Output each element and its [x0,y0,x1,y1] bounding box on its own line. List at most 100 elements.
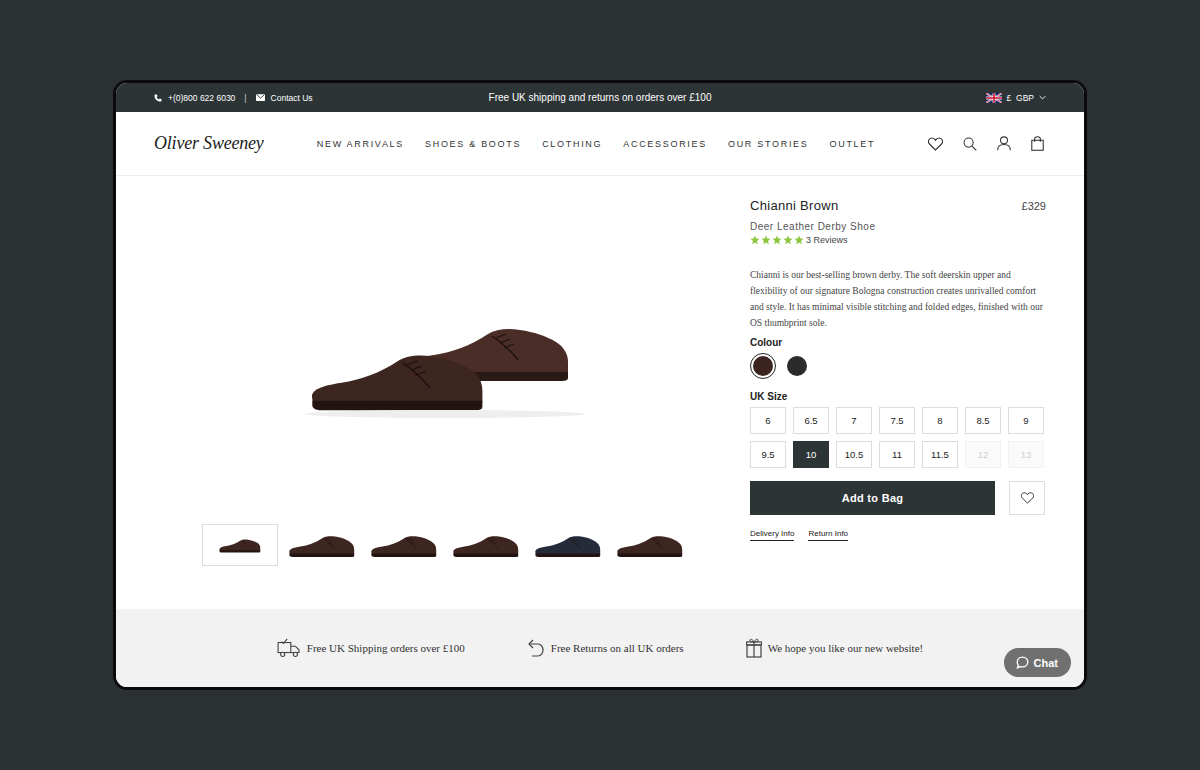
chat-label: Chat [1034,657,1058,669]
logo[interactable]: Oliver Sweeney [154,133,274,154]
size-state: 10 [806,449,817,460]
search-icon[interactable] [963,137,977,151]
size-state: 7 [851,415,856,426]
thumbnail[interactable] [448,524,524,566]
star-icon [761,235,771,245]
size-state: 10.5 [845,449,864,460]
size-option[interactable]: 6 [750,407,786,434]
thumbnail[interactable] [284,524,360,566]
benefit-text: Free UK Shipping orders over £100 [307,642,465,654]
contact-link[interactable]: Contact Us [271,93,313,103]
size-text: 11.5 [931,449,949,460]
star-rating [750,235,804,245]
size-state: 8.5 [976,415,989,426]
nav-item[interactable]: ACCESSORIES [623,139,707,149]
size-option[interactable]: 11.5 [922,441,958,468]
star-icon [783,235,793,245]
thumbnail[interactable] [612,524,688,566]
nav-item[interactable]: OUR STORIES [728,139,809,149]
size-text: 6.5 [804,415,817,426]
bag-icon[interactable] [1031,136,1044,151]
size-state: 9 [1023,415,1028,426]
size-text: 10.5 [845,449,864,460]
info-links: Delivery Info Return Info [750,529,1046,541]
nav-item[interactable]: SHOES & BOOTS [425,139,521,149]
shoe-thumbnail [451,531,521,559]
promo-banner: Free UK shipping and returns on orders o… [489,92,712,103]
benefit-text: We hope you like our new website! [768,642,924,654]
nav-item[interactable]: CLOTHING [542,139,602,149]
size-option[interactable]: 11 [879,441,915,468]
thumbnail[interactable] [530,524,606,566]
size-option[interactable]: 8.5 [965,407,1001,434]
currency-label: £ GBP [1007,93,1034,103]
reviews-row: 3 Reviews [750,235,1046,245]
main-product-image [160,198,730,522]
phone-number[interactable]: +(0)800 622 6030 [168,93,235,103]
size-text: 9.5 [761,449,774,460]
benefit-item: Free Returns on all UK orders [527,638,684,658]
truck-icon [277,638,301,658]
header-icons [928,136,1044,151]
info-link[interactable]: Delivery Info [750,529,794,541]
top-bar: +(0)800 622 6030 | Contact Us Free UK shipp… [116,83,1084,112]
benefit-item: We hope you like our new website! [746,638,924,658]
benefit-text: Free Returns on all UK orders [551,642,684,654]
info-link[interactable]: Return Info [808,529,848,541]
reviews-link[interactable]: 3 Reviews [806,235,848,245]
return-icon [527,638,545,658]
size-text: 13 [1021,449,1032,460]
phone-icon [154,94,162,102]
size-option[interactable]: 7.5 [879,407,915,434]
colour-swatch[interactable] [784,353,810,379]
colour-swatch[interactable] [750,353,776,379]
nav-item[interactable]: NEW ARRIVALS [317,139,404,149]
product-subtitle: Deer Leather Derby Shoe [750,221,1046,232]
uk-flag-icon [986,93,1002,103]
size-option[interactable]: 7 [836,407,872,434]
star-icon [750,235,760,245]
add-to-bag-button[interactable]: Add to Bag [750,481,995,515]
size-option[interactable]: 9 [1008,407,1044,434]
size-state: 12 [978,449,989,460]
size-text: 10 [806,449,817,460]
size-option[interactable]: 8 [922,407,958,434]
size-state: 8 [937,415,942,426]
size-option[interactable]: 6.5 [793,407,829,434]
wishlist-button[interactable] [1009,481,1045,515]
size-text: 12 [978,449,989,460]
separator: | [244,93,246,103]
shoe-thumbnail [218,536,262,554]
product-title: Chianni Brown [750,198,838,213]
heart-icon[interactable] [928,137,943,151]
size-state: 11.5 [931,449,949,460]
product-section: Chianni Brown £329 Deer Leather Derby Shoe… [116,176,1084,609]
chat-button[interactable]: Chat [1004,648,1071,677]
account-icon[interactable] [997,136,1011,151]
size-option[interactable]: 10 [793,441,829,468]
thumbnail[interactable] [202,524,278,566]
size-text: 8.5 [976,415,989,426]
size-state: 7.5 [890,415,903,426]
chevron-down-icon [1039,95,1046,100]
size-state: 13 [1021,449,1032,460]
colour-label: Colour [750,337,1046,348]
colour-swatches [750,353,1046,379]
product-price: £329 [1022,200,1046,212]
size-text: 6 [765,415,770,426]
size-state: 9.5 [761,449,774,460]
size-option[interactable]: 10.5 [836,441,872,468]
product-gallery [160,198,730,609]
currency-selector[interactable]: £ GBP [711,93,1046,103]
thumbnail[interactable] [366,524,442,566]
gift-icon [746,638,762,658]
shoe-thumbnail [287,531,357,559]
size-option: 13 [1008,441,1044,468]
size-label: UK Size [750,391,1046,402]
nav-item[interactable]: OUTLET [830,139,876,149]
title-row: Chianni Brown £329 [750,198,1046,213]
size-option[interactable]: 9.5 [750,441,786,468]
size-option: 12 [965,441,1001,468]
size-text: 9 [1023,415,1028,426]
size-state: 6.5 [804,415,817,426]
